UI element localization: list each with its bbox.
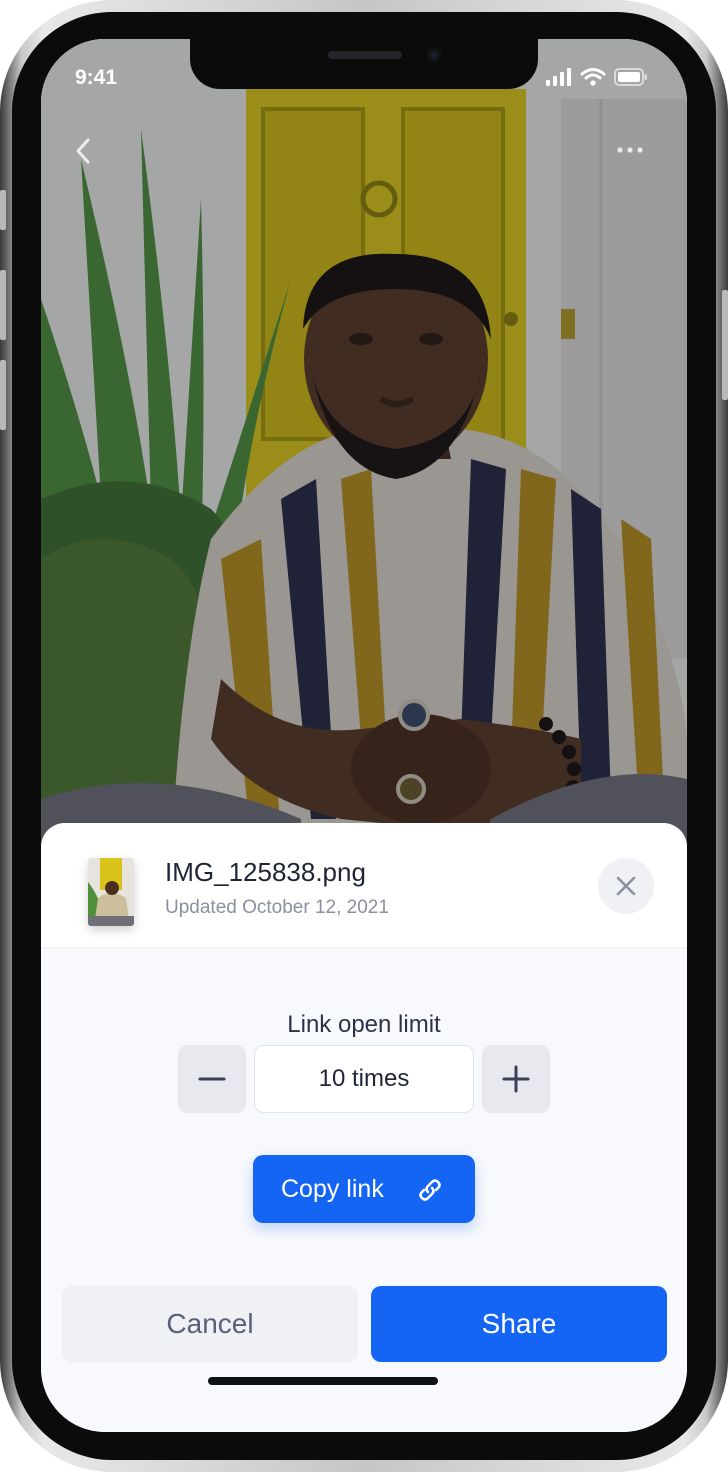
close-button[interactable] <box>598 858 654 914</box>
side-button-power <box>722 290 728 400</box>
speaker-grille <box>328 51 402 59</box>
side-button-volume-down <box>0 360 6 430</box>
share-sheet: IMG_125838.png Updated October 12, 2021 … <box>41 823 687 1432</box>
home-indicator[interactable] <box>208 1377 438 1385</box>
minus-icon <box>198 1077 226 1081</box>
decrement-button[interactable] <box>178 1045 246 1113</box>
close-icon <box>616 876 636 896</box>
photo-preview <box>41 39 687 859</box>
side-button-silent <box>0 190 6 230</box>
file-name: IMG_125838.png <box>165 857 366 887</box>
file-thumbnail <box>88 858 134 926</box>
screen: IMG_125838.png Updated October 12, 2021 … <box>41 39 687 1432</box>
increment-button[interactable] <box>482 1045 550 1113</box>
link-limit-value[interactable]: 10 times <box>254 1045 474 1113</box>
copy-link-button[interactable]: Copy link <box>253 1155 475 1223</box>
battery-icon <box>614 67 647 86</box>
side-button-volume-up <box>0 270 6 340</box>
notch <box>190 39 538 89</box>
share-button[interactable]: Share <box>371 1286 667 1362</box>
cellular-signal-icon <box>546 67 571 86</box>
status-icons <box>546 67 648 86</box>
status-time: 9:41 <box>75 66 118 89</box>
file-header: IMG_125838.png Updated October 12, 2021 <box>41 823 687 948</box>
file-updated-date: Updated October 12, 2021 <box>165 897 389 918</box>
plus-icon <box>502 1065 530 1093</box>
more-options-button[interactable] <box>614 140 646 160</box>
chevron-left-icon <box>76 138 90 164</box>
wifi-icon <box>580 68 606 86</box>
cancel-button[interactable]: Cancel <box>62 1286 358 1362</box>
link-icon <box>419 1179 441 1201</box>
copy-link-label: Copy link <box>281 1175 384 1203</box>
photo-overlay <box>41 39 687 859</box>
link-limit-label: Link open limit <box>287 1011 441 1038</box>
more-horizontal-icon <box>617 147 643 153</box>
back-button[interactable] <box>70 134 98 168</box>
front-camera <box>426 47 442 63</box>
